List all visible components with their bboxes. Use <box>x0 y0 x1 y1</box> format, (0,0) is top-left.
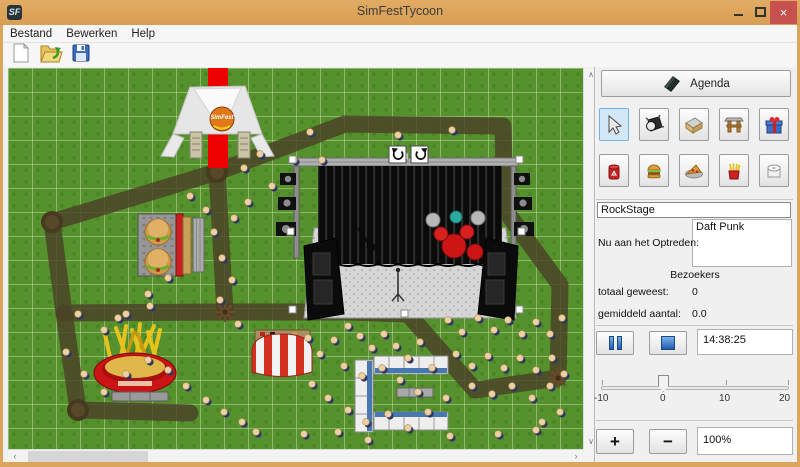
app-window: SimFestTycoon SF × Bestand Bewerken Help <box>0 0 800 467</box>
tool-truss-button[interactable] <box>719 108 749 141</box>
agenda-book-icon <box>662 74 682 94</box>
agenda-label: Agenda <box>690 78 730 90</box>
close-button[interactable]: × <box>770 1 797 24</box>
trash-can-icon <box>603 160 625 182</box>
tool-spotlight-button[interactable] <box>639 108 669 141</box>
total-visitors-label: totaal geweest: <box>598 286 669 298</box>
slider-label-min: -10 <box>594 393 608 404</box>
app-icon: SF <box>7 5 22 20</box>
slider-label-0: 0 <box>660 393 666 404</box>
scroll-left-icon[interactable]: ‹ <box>8 450 22 463</box>
bench-vertical[interactable] <box>193 218 204 272</box>
minimize-button[interactable] <box>730 4 748 21</box>
tool-trash-can-button[interactable] <box>599 154 629 187</box>
toilet-paper-icon <box>763 160 785 182</box>
menu-bestand[interactable]: Bestand <box>3 28 59 40</box>
menu-bewerken[interactable]: Bewerken <box>59 28 124 40</box>
spotlight-rig-left <box>276 173 296 236</box>
now-playing-box: Daft Punk <box>692 219 792 267</box>
striped-stand[interactable] <box>252 330 312 377</box>
hamburger-icon <box>643 160 665 182</box>
tool-select-button[interactable] <box>599 108 629 141</box>
now-playing-label: Nu aan het Optreden: <box>598 237 699 249</box>
slider-label-20: 20 <box>779 393 790 404</box>
spotlight-rig-right <box>514 173 534 236</box>
average-visitors-label: gemiddeld aantal: <box>598 308 681 320</box>
visitors-header: Bezoekers <box>597 269 793 281</box>
pause-button[interactable] <box>596 331 634 355</box>
zoom-in-button[interactable]: + <box>596 429 634 454</box>
menu-help[interactable]: Help <box>124 28 162 40</box>
zoom-out-button[interactable]: − <box>649 429 687 454</box>
festival-map[interactable]: SimFest <box>8 68 583 449</box>
slider-label-10: 10 <box>719 393 730 404</box>
tool-stage-piece-button[interactable] <box>679 108 709 141</box>
horizontal-scroll-thumb[interactable] <box>28 451 148 462</box>
tool-fries-button[interactable] <box>719 154 749 187</box>
save-file-button[interactable] <box>70 42 92 69</box>
title-bar[interactable]: SimFestTycoon SF × <box>0 0 800 25</box>
cursor-icon <box>603 114 625 136</box>
speed-slider-track[interactable] <box>601 386 789 390</box>
fries-icon <box>723 160 745 182</box>
stage-piece-icon <box>683 114 705 136</box>
tool-gift-button[interactable] <box>759 108 789 141</box>
bench-fries[interactable] <box>112 392 168 401</box>
panel-separator-3 <box>596 420 793 421</box>
save-floppy-icon <box>70 42 92 64</box>
toolbar <box>3 43 797 67</box>
truss-icon <box>723 114 745 136</box>
average-visitors-value: 0.0 <box>692 308 707 320</box>
tool-hamburger-button[interactable] <box>639 154 669 187</box>
stop-button[interactable] <box>649 331 687 355</box>
rotate-cw-button[interactable] <box>411 146 428 163</box>
map-horizontal-scrollbar[interactable]: ‹ › <box>8 449 583 462</box>
pause-icon <box>609 336 614 350</box>
scroll-right-icon[interactable]: › <box>569 450 583 463</box>
tool-toilet-paper-button[interactable] <box>759 154 789 187</box>
total-visitors-value: 0 <box>692 286 698 298</box>
menu-bar: Bestand Bewerken Help <box>3 25 797 43</box>
tent-logo-text: SimFest <box>210 115 234 121</box>
agenda-button[interactable]: Agenda <box>601 70 791 97</box>
panel-separator-1 <box>596 199 793 200</box>
clock-display: 14:38:25 <box>697 329 793 355</box>
open-file-button[interactable] <box>39 42 63 69</box>
scroll-up-icon[interactable]: ∧ <box>584 68 598 82</box>
stop-icon <box>661 336 675 350</box>
spotlight-icon <box>643 114 665 136</box>
burger-stand[interactable] <box>138 214 191 276</box>
window-title: SimFestTycoon <box>0 4 800 18</box>
tool-pizza-button[interactable] <box>679 154 709 187</box>
pizza-icon <box>683 160 705 182</box>
new-file-icon <box>10 42 32 64</box>
main-stage[interactable] <box>276 158 534 320</box>
rotate-ccw-button[interactable] <box>389 146 406 163</box>
panel-separator-2 <box>596 325 793 326</box>
maximize-button[interactable] <box>752 4 770 21</box>
gift-icon <box>763 114 785 136</box>
stage-name-input[interactable]: RockStage <box>597 202 791 218</box>
new-file-button[interactable] <box>10 42 32 69</box>
open-folder-icon <box>39 42 63 64</box>
zoom-level-display: 100% <box>697 427 793 455</box>
